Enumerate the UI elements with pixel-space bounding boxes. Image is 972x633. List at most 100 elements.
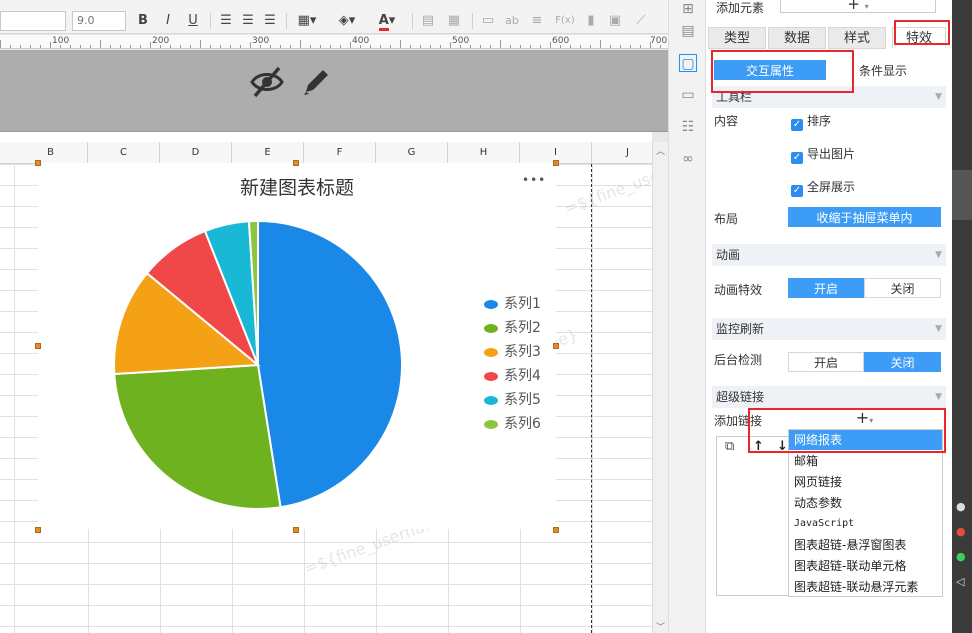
align-left-icon[interactable]: ☰ <box>218 12 234 30</box>
checkbox-export-image[interactable]: ✓ 导出图片 <box>791 145 855 164</box>
column-header[interactable]: C <box>88 142 160 164</box>
list-icon[interactable]: ☷ <box>679 118 697 136</box>
link-option-javascript[interactable]: JavaScript <box>789 514 942 534</box>
chart-more-icon[interactable]: ••• <box>522 173 546 187</box>
tray-icon[interactable]: ● <box>956 550 966 563</box>
grid-line <box>0 584 652 585</box>
check-icon: ✓ <box>791 152 803 164</box>
pie-slice-1[interactable] <box>257 219 403 509</box>
ruler-tick <box>130 45 131 48</box>
column-header[interactable]: F <box>304 142 376 164</box>
resize-handle[interactable] <box>553 160 559 166</box>
backend-on-button[interactable]: 开启 <box>788 352 864 372</box>
align-center-icon[interactable]: ☰ <box>240 12 256 30</box>
pie-plot[interactable] <box>108 215 408 515</box>
link-option-web-link[interactable]: 网页链接 <box>789 472 942 492</box>
scroll-down-icon[interactable]: ﹀ <box>656 620 665 633</box>
eye-off-icon[interactable] <box>250 66 284 98</box>
scroll-up-icon[interactable]: ︿ <box>656 144 665 157</box>
resize-handle[interactable] <box>553 527 559 533</box>
bold-button[interactable]: B <box>136 12 150 30</box>
section-animation[interactable]: 动画 ▼ <box>712 244 946 266</box>
column-header[interactable]: J <box>592 142 652 164</box>
italic-button[interactable]: I <box>161 12 175 30</box>
page-break-line <box>591 164 592 633</box>
tab-type[interactable]: 类型 <box>708 27 766 49</box>
link-option-email[interactable]: 邮箱 <box>789 451 942 471</box>
checkbox-fullscreen[interactable]: ✓ 全屏展示 <box>791 178 855 197</box>
resize-handle[interactable] <box>553 343 559 349</box>
copy-icon[interactable]: ⧉ <box>725 439 734 454</box>
add-element-button[interactable]: + ▾ <box>780 0 936 13</box>
column-header[interactable]: D <box>160 142 232 164</box>
link-option-chart-popup[interactable]: 图表超链-悬浮窗图表 <box>789 535 942 555</box>
speaker-icon[interactable]: ◁ <box>956 575 964 588</box>
section-hyperlink[interactable]: 超级链接 ▼ <box>712 386 946 408</box>
slash-icon[interactable]: ⟋ <box>632 12 650 30</box>
column-header[interactable]: B <box>14 142 88 164</box>
column-header[interactable]: H <box>448 142 520 164</box>
animation-off-button[interactable]: 关闭 <box>864 278 941 298</box>
select-frame-icon[interactable]: ▢ <box>679 54 697 72</box>
legend-item[interactable]: 系列3 <box>484 343 541 361</box>
resize-handle[interactable] <box>35 343 41 349</box>
pie-slice-2[interactable] <box>113 363 282 510</box>
backend-off-button[interactable]: 关闭 <box>864 352 941 372</box>
link-list[interactable]: ⧉ ↑ ↓ <box>716 436 792 596</box>
link-icon[interactable]: ∞ <box>679 150 697 168</box>
chart-icon[interactable]: ▮ <box>582 12 600 30</box>
underline-button[interactable]: U <box>186 12 200 30</box>
link-type-dropdown[interactable]: 网络报表 邮箱 网页链接 动态参数 JavaScript 图表超链-悬浮窗图表 … <box>788 429 943 597</box>
collapse-icon[interactable]: ▼ <box>935 386 942 408</box>
ruler-tick <box>70 45 71 48</box>
link-option-dynamic-params[interactable]: 动态参数 <box>789 493 942 513</box>
checkbox-label: 排序 <box>807 114 832 128</box>
properties-icon[interactable]: ▤ <box>679 22 697 40</box>
resize-handle[interactable] <box>293 160 299 166</box>
tray-icon[interactable]: ● <box>956 525 966 538</box>
ruler-tick <box>530 45 531 48</box>
column-header[interactable]: G <box>376 142 448 164</box>
font-family-select[interactable] <box>0 11 66 31</box>
legend-item[interactable]: 系列6 <box>484 415 541 433</box>
fill-color-icon[interactable]: ◈▾ <box>334 12 360 30</box>
legend-item[interactable]: 系列4 <box>484 367 541 385</box>
link-option-chart-float[interactable]: 图表超链-联动悬浮元素 <box>789 577 942 597</box>
resize-handle[interactable] <box>293 527 299 533</box>
tab-data[interactable]: 数据 <box>768 27 826 49</box>
ruler-tick <box>150 42 151 48</box>
layout-option[interactable]: 收缩于抽屉菜单内 <box>788 207 941 227</box>
formula-icon[interactable]: F(x) <box>552 12 578 30</box>
font-color-button[interactable]: A▾ <box>372 12 402 31</box>
text-icon[interactable]: ab <box>502 12 522 30</box>
vertical-scrollbar[interactable]: ︿ ﹀ <box>652 142 668 633</box>
resize-handle[interactable] <box>35 527 41 533</box>
merge-icon[interactable]: ▤ <box>420 12 436 30</box>
align-right-icon[interactable]: ☰ <box>262 12 278 30</box>
animation-on-button[interactable]: 开启 <box>788 278 864 298</box>
tray-icon[interactable]: ● <box>956 500 966 513</box>
pencil-icon[interactable] <box>300 66 332 98</box>
checkbox-sort[interactable]: ✓ 排序 <box>791 112 831 131</box>
tab-style[interactable]: 样式 <box>828 27 886 49</box>
component-icon[interactable]: ⊞ <box>679 0 697 18</box>
collapse-icon[interactable]: ▼ <box>935 244 942 266</box>
ruler-tick <box>320 45 321 48</box>
collapse-icon[interactable]: ▼ <box>935 86 942 108</box>
section-monitor-refresh[interactable]: 监控刷新 ▼ <box>712 318 946 340</box>
font-size-select[interactable]: 9.0 <box>72 11 126 31</box>
resize-handle[interactable] <box>35 160 41 166</box>
widget-frame-icon[interactable]: ▭ <box>679 86 697 104</box>
collapse-icon[interactable]: ▼ <box>935 318 942 340</box>
border-icon[interactable]: ▦▾ <box>294 12 320 30</box>
legend-item[interactable]: 系列5 <box>484 391 541 409</box>
pie-chart[interactable]: 新建图表标题 ••• 系列1 系列2 系列3 系列4 系列5 系列6 <box>38 163 556 529</box>
image-icon[interactable]: ▣ <box>606 12 624 30</box>
legend-item[interactable]: 系列2 <box>484 319 541 337</box>
table-icon[interactable]: ▦ <box>446 12 462 30</box>
link-option-chart-cell[interactable]: 图表超链-联动单元格 <box>789 556 942 576</box>
paragraph-icon[interactable]: ≡ <box>528 12 546 30</box>
legend-item[interactable]: 系列1 <box>484 295 541 313</box>
widget-icon[interactable]: ▭ <box>478 12 498 30</box>
ruler-tick <box>650 42 651 48</box>
